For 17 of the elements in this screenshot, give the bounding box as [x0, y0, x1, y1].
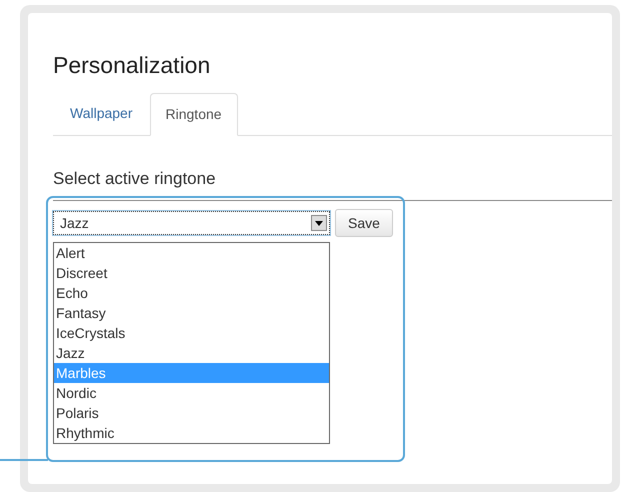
dropdown-option[interactable]: IceCrystals — [54, 323, 329, 343]
dropdown-option[interactable]: Echo — [54, 283, 329, 303]
dropdown-option[interactable]: Fantasy — [54, 303, 329, 323]
section-heading: Select active ringtone — [53, 166, 612, 200]
dropdown-option[interactable]: Alert — [54, 243, 329, 263]
dropdown-option[interactable]: Discreet — [54, 263, 329, 283]
ringtone-select[interactable]: Jazz — [53, 211, 330, 235]
select-value: Jazz — [60, 214, 90, 232]
page-title: Personalization — [53, 51, 212, 79]
tab[interactable]: Wallpaper — [53, 92, 150, 135]
dropdown-option[interactable]: Polaris — [54, 403, 329, 423]
dropdown-option[interactable]: Rhythmic — [54, 423, 329, 443]
dropdown-option[interactable]: Jazz — [54, 343, 329, 363]
save-button[interactable]: Save — [335, 209, 393, 237]
dropdown-option[interactable]: Nordic — [54, 383, 329, 403]
leader-line — [0, 459, 48, 461]
tab[interactable]: Ringtone — [150, 93, 238, 136]
